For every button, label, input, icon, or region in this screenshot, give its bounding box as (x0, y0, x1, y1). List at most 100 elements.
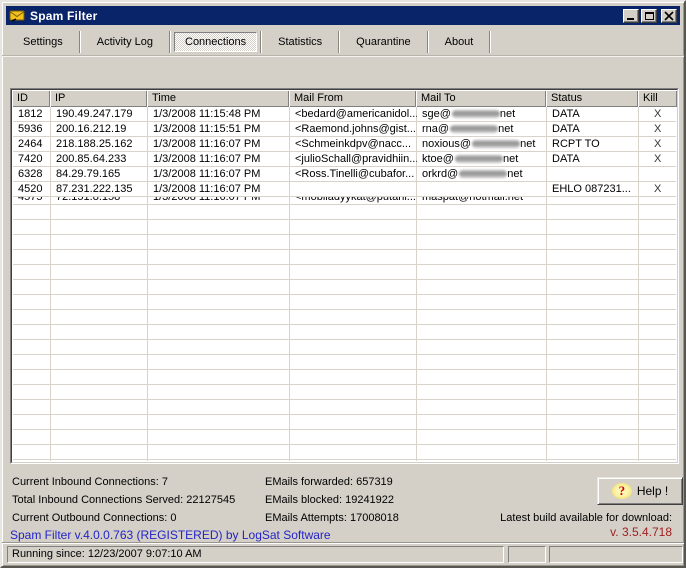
redaction-blur (455, 155, 503, 163)
table-body: 1812 190.49.247.179 1/3/2008 11:15:48 PM… (13, 107, 676, 461)
latest-build-version[interactable]: v. 3.5.4.718 (500, 525, 672, 539)
table-row-partial[interactable]: 4575 72.151.8.158 1/3/2008 11:16:07 PM <… (13, 197, 676, 205)
minimize-button[interactable] (623, 9, 639, 23)
tab-about[interactable]: About (432, 32, 487, 52)
cell-mail-from: <Schmeinkdpv@nacc... (290, 137, 417, 152)
cell-ip: 72.151.8.158 (51, 197, 148, 205)
cell-status: DATA (547, 107, 639, 122)
column-header-id[interactable]: ID (12, 90, 50, 107)
app-version-link[interactable]: Spam Filter v.4.0.0.763 (REGISTERED) by … (10, 528, 331, 542)
cell-time: 1/3/2008 11:15:48 PM (148, 107, 290, 122)
stat-current-outbound: Current Outbound Connections: 0 (12, 509, 235, 527)
cell-time: 1/3/2008 11:15:51 PM (148, 122, 290, 137)
cell-status: DATA (547, 122, 639, 137)
help-button-label: Help ! (637, 484, 668, 498)
cell-status (547, 167, 639, 182)
cell-time: 1/3/2008 11:16:07 PM (148, 197, 290, 205)
cell-time: 1/3/2008 11:16:07 PM (148, 152, 290, 167)
cell-ip: 200.85.64.233 (51, 152, 148, 167)
tab-quarantine[interactable]: Quarantine (343, 32, 423, 52)
help-button[interactable]: ? Help ! (597, 477, 683, 505)
column-header-kill[interactable]: Kill (638, 90, 677, 107)
stat-current-inbound: Current Inbound Connections: 7 (12, 473, 235, 491)
cell-mail-to: rna@net (417, 122, 547, 137)
empty-grid-rows (13, 205, 676, 461)
tab-separator (260, 31, 262, 53)
statusbar-divider (2, 542, 684, 544)
app-envelope-icon (9, 9, 26, 22)
tab-separator (169, 31, 171, 53)
tab-separator (338, 31, 340, 53)
tab-bar: Settings Activity Log Connections Statis… (10, 30, 676, 54)
cell-time: 1/3/2008 11:16:07 PM (148, 182, 290, 197)
table-row[interactable]: 4520 87.231.222.135 1/3/2008 11:16:07 PM… (13, 182, 676, 197)
tab-settings[interactable]: Settings (10, 32, 76, 52)
statusbar-running-since: Running since: 12/23/2007 9:07:10 AM (7, 546, 504, 563)
cell-id: 1812 (13, 107, 51, 122)
window-title: Spam Filter (30, 9, 98, 23)
cell-status: EHLO 087231... (547, 182, 639, 197)
column-header-ip[interactable]: IP (50, 90, 147, 107)
table-row[interactable]: 7420 200.85.64.233 1/3/2008 11:16:07 PM … (13, 152, 676, 167)
table-row[interactable]: 1812 190.49.247.179 1/3/2008 11:15:48 PM… (13, 107, 676, 122)
title-bar[interactable]: Spam Filter (6, 6, 680, 25)
cell-id: 6328 (13, 167, 51, 182)
cell-mail-from: <julioSchall@pravidhiin... (290, 152, 417, 167)
kill-action[interactable]: X (639, 152, 678, 167)
connections-table: ID IP Time Mail From Mail To Status Kill… (10, 88, 679, 464)
cell-ip: 200.16.212.19 (51, 122, 148, 137)
tab-separator (427, 31, 429, 53)
tab-activity-log[interactable]: Activity Log (84, 32, 166, 52)
kill-action[interactable]: X (639, 107, 678, 122)
cell-time: 1/3/2008 11:16:07 PM (148, 167, 290, 182)
kill-action[interactable]: X (639, 122, 678, 137)
latest-build-info: Latest build available for download: v. … (500, 511, 672, 539)
minimize-icon (627, 18, 634, 20)
help-question-icon: ? (612, 483, 632, 499)
latest-build-label: Latest build available for download: (500, 511, 672, 525)
kill-action[interactable]: X (639, 182, 678, 197)
kill-action[interactable]: X (639, 137, 678, 152)
tab-statistics[interactable]: Statistics (265, 32, 335, 52)
column-header-mail-from[interactable]: Mail From (289, 90, 416, 107)
cell-id: 7420 (13, 152, 51, 167)
table-row[interactable]: 2464 218.188.25.162 1/3/2008 11:16:07 PM… (13, 137, 676, 152)
cell-id: 4575 (13, 197, 51, 205)
statusbar-panel-2 (508, 546, 546, 563)
close-button[interactable] (661, 9, 677, 23)
cell-mail-from (290, 182, 417, 197)
spam-filter-window: Spam Filter Settings Activity Log Connec… (0, 0, 686, 568)
window-controls (623, 9, 677, 23)
table-row[interactable]: 5936 200.16.212.19 1/3/2008 11:15:51 PM … (13, 122, 676, 137)
cell-mail-to: noxious@net (417, 137, 547, 152)
redaction-blur (452, 110, 500, 118)
close-icon (664, 11, 674, 21)
table-row[interactable]: 6328 84.29.79.165 1/3/2008 11:16:07 PM <… (13, 167, 676, 182)
cell-ip: 190.49.247.179 (51, 107, 148, 122)
tab-separator (489, 31, 491, 53)
maximize-button[interactable] (641, 9, 657, 23)
cell-mail-to (417, 182, 547, 197)
tab-separator (79, 31, 81, 53)
column-header-time[interactable]: Time (147, 90, 289, 107)
cell-mail-to: sge@net (417, 107, 547, 122)
cell-mail-to: maspat@hotmail.net (417, 197, 547, 205)
cell-mail-from: <bedard@americanidol... (290, 107, 417, 122)
tab-connections[interactable]: Connections (174, 32, 257, 52)
column-header-status[interactable]: Status (546, 90, 638, 107)
stat-total-inbound-served: Total Inbound Connections Served: 221275… (12, 491, 235, 509)
cell-mail-to: orkrd@net (417, 167, 547, 182)
redaction-blur (459, 170, 507, 178)
kill-action[interactable] (639, 167, 678, 182)
redaction-blur (472, 140, 520, 148)
column-header-mail-to[interactable]: Mail To (416, 90, 546, 107)
email-stats: EMails forwarded: 657319 EMails blocked:… (265, 473, 399, 527)
cell-mail-from: <mobiladyykat@putanl... (290, 197, 417, 205)
cell-id: 5936 (13, 122, 51, 137)
stat-emails-blocked: EMails blocked: 19241922 (265, 491, 399, 509)
cell-ip: 84.29.79.165 (51, 167, 148, 182)
cell-id: 2464 (13, 137, 51, 152)
maximize-icon (645, 12, 654, 20)
cell-ip: 218.188.25.162 (51, 137, 148, 152)
cell-status (547, 197, 639, 205)
